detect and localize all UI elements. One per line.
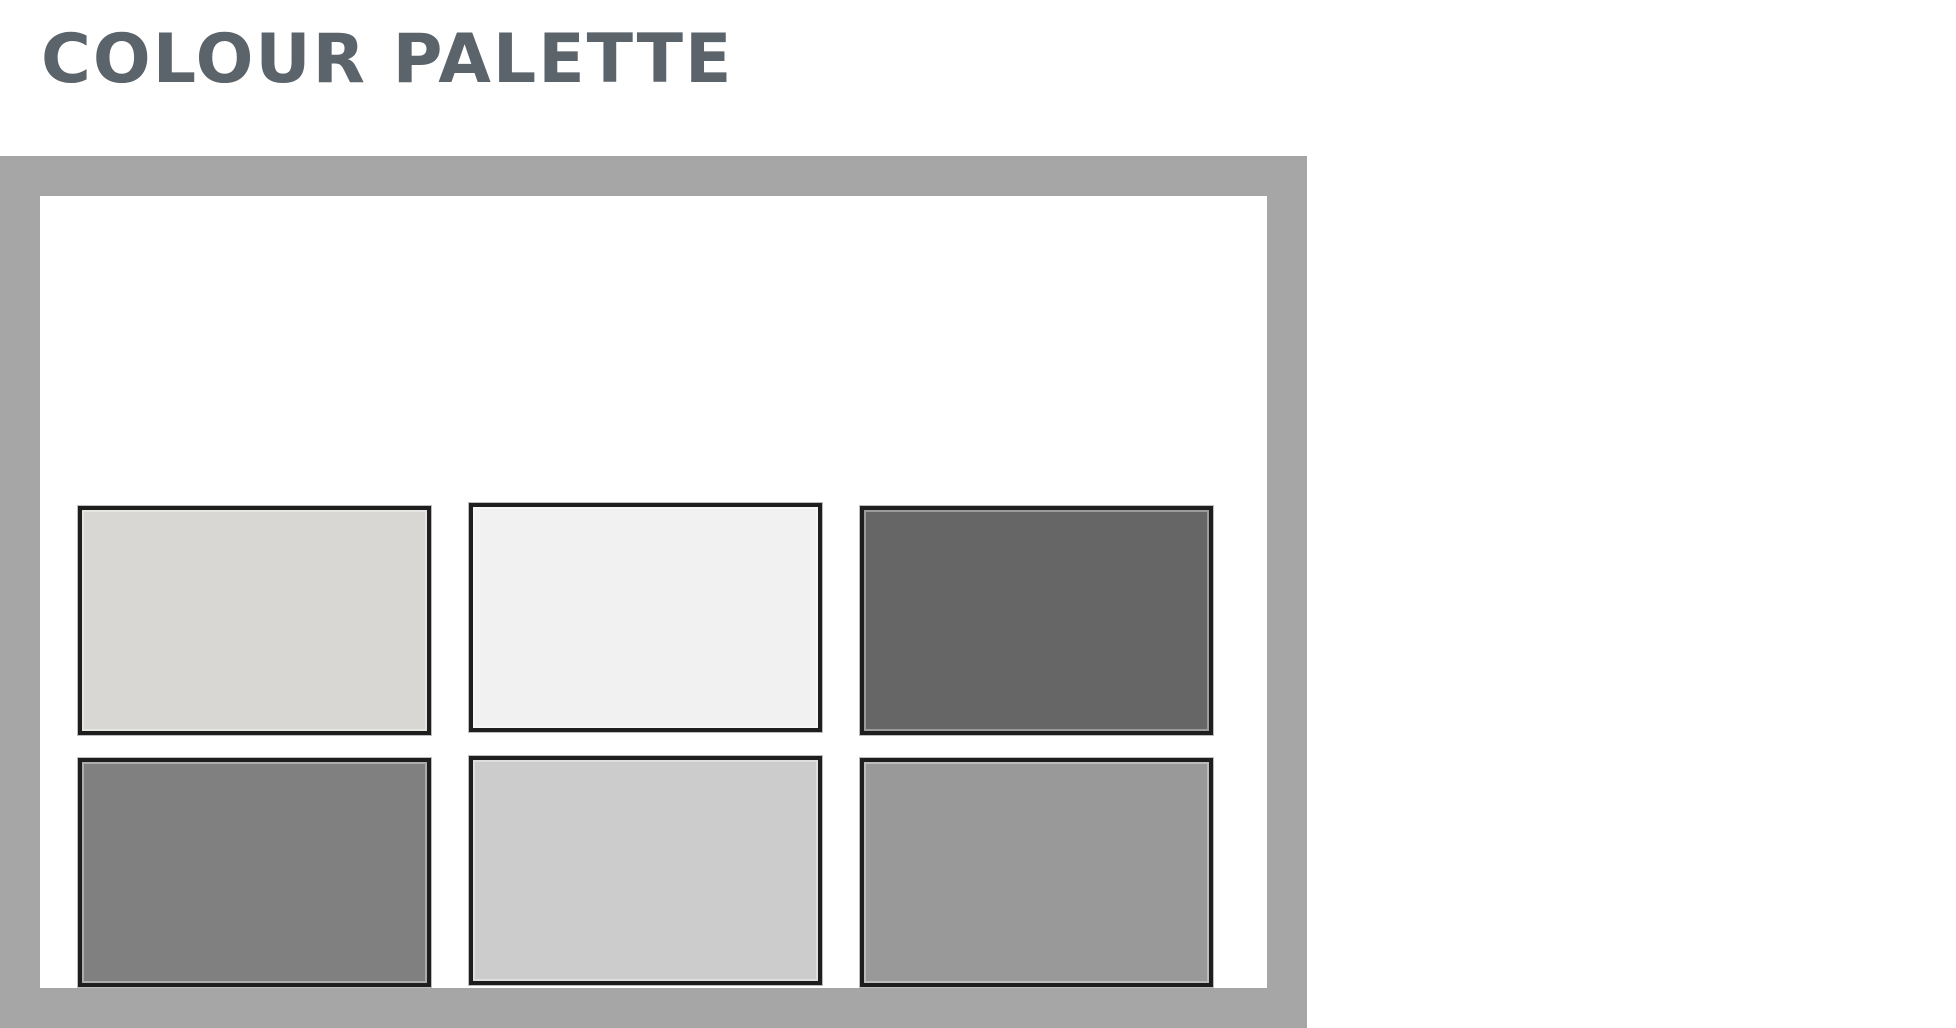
- color-swatch: [469, 756, 822, 985]
- color-swatch: [469, 503, 822, 732]
- color-swatch: [860, 758, 1213, 987]
- palette-frame: [0, 156, 1307, 1028]
- color-swatch: [78, 758, 431, 987]
- page-title: COLOUR PALETTE: [41, 20, 734, 99]
- color-swatch: [78, 506, 431, 735]
- color-swatch: [860, 506, 1213, 735]
